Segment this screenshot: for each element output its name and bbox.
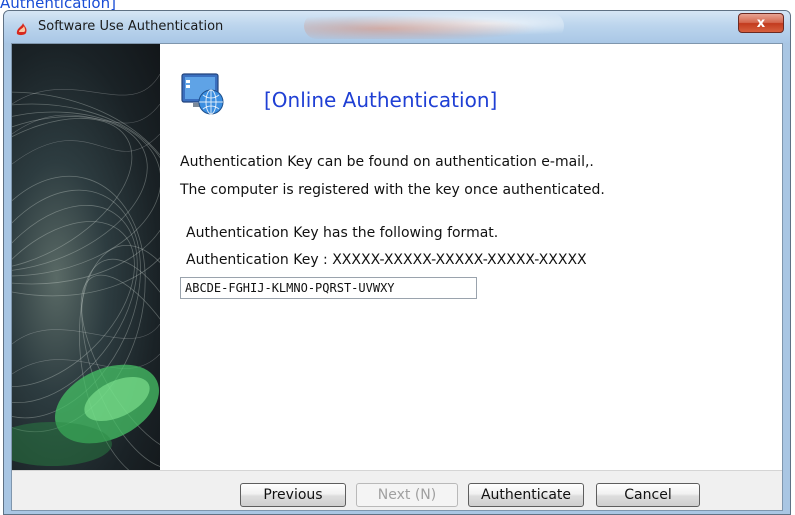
previous-button[interactable]: Previous — [240, 483, 346, 507]
side-banner-image — [12, 44, 160, 470]
page-heading: [Online Authentication] — [264, 88, 498, 112]
authentication-key-input[interactable]: ABCDE-FGHIJ-KLMNO-PQRST-UVWXY — [180, 277, 477, 299]
title-bar-decoration — [304, 13, 564, 39]
close-icon: x — [756, 15, 766, 31]
network-globe-icon — [181, 73, 224, 115]
next-button[interactable]: Next (N) — [356, 483, 458, 507]
content-panel: [Online Authentication] Authentication K… — [160, 44, 782, 470]
format-example: Authentication Key : XXXXX-XXXXX-XXXXX-X… — [186, 252, 587, 268]
clipped-caption: Authentication] — [0, 0, 116, 12]
close-button[interactable]: x — [738, 13, 784, 33]
title-bar[interactable]: Software Use Authentication x — [4, 11, 790, 43]
dialog-client-area: [Online Authentication] Authentication K… — [11, 43, 783, 511]
app-logo-icon — [16, 23, 27, 36]
info-line-2: The computer is registered with the key … — [180, 182, 605, 198]
format-intro: Authentication Key has the following for… — [186, 225, 499, 241]
dialog-window: Software Use Authentication x [Online Au… — [3, 10, 791, 515]
window-title: Software Use Authentication — [38, 19, 224, 34]
button-bar: Previous Next (N) Authenticate Cancel — [12, 470, 782, 510]
info-line-1: Authentication Key can be found on authe… — [180, 154, 594, 170]
swirl-art — [12, 73, 160, 470]
authenticate-button[interactable]: Authenticate — [468, 483, 584, 507]
cancel-button[interactable]: Cancel — [596, 483, 700, 507]
